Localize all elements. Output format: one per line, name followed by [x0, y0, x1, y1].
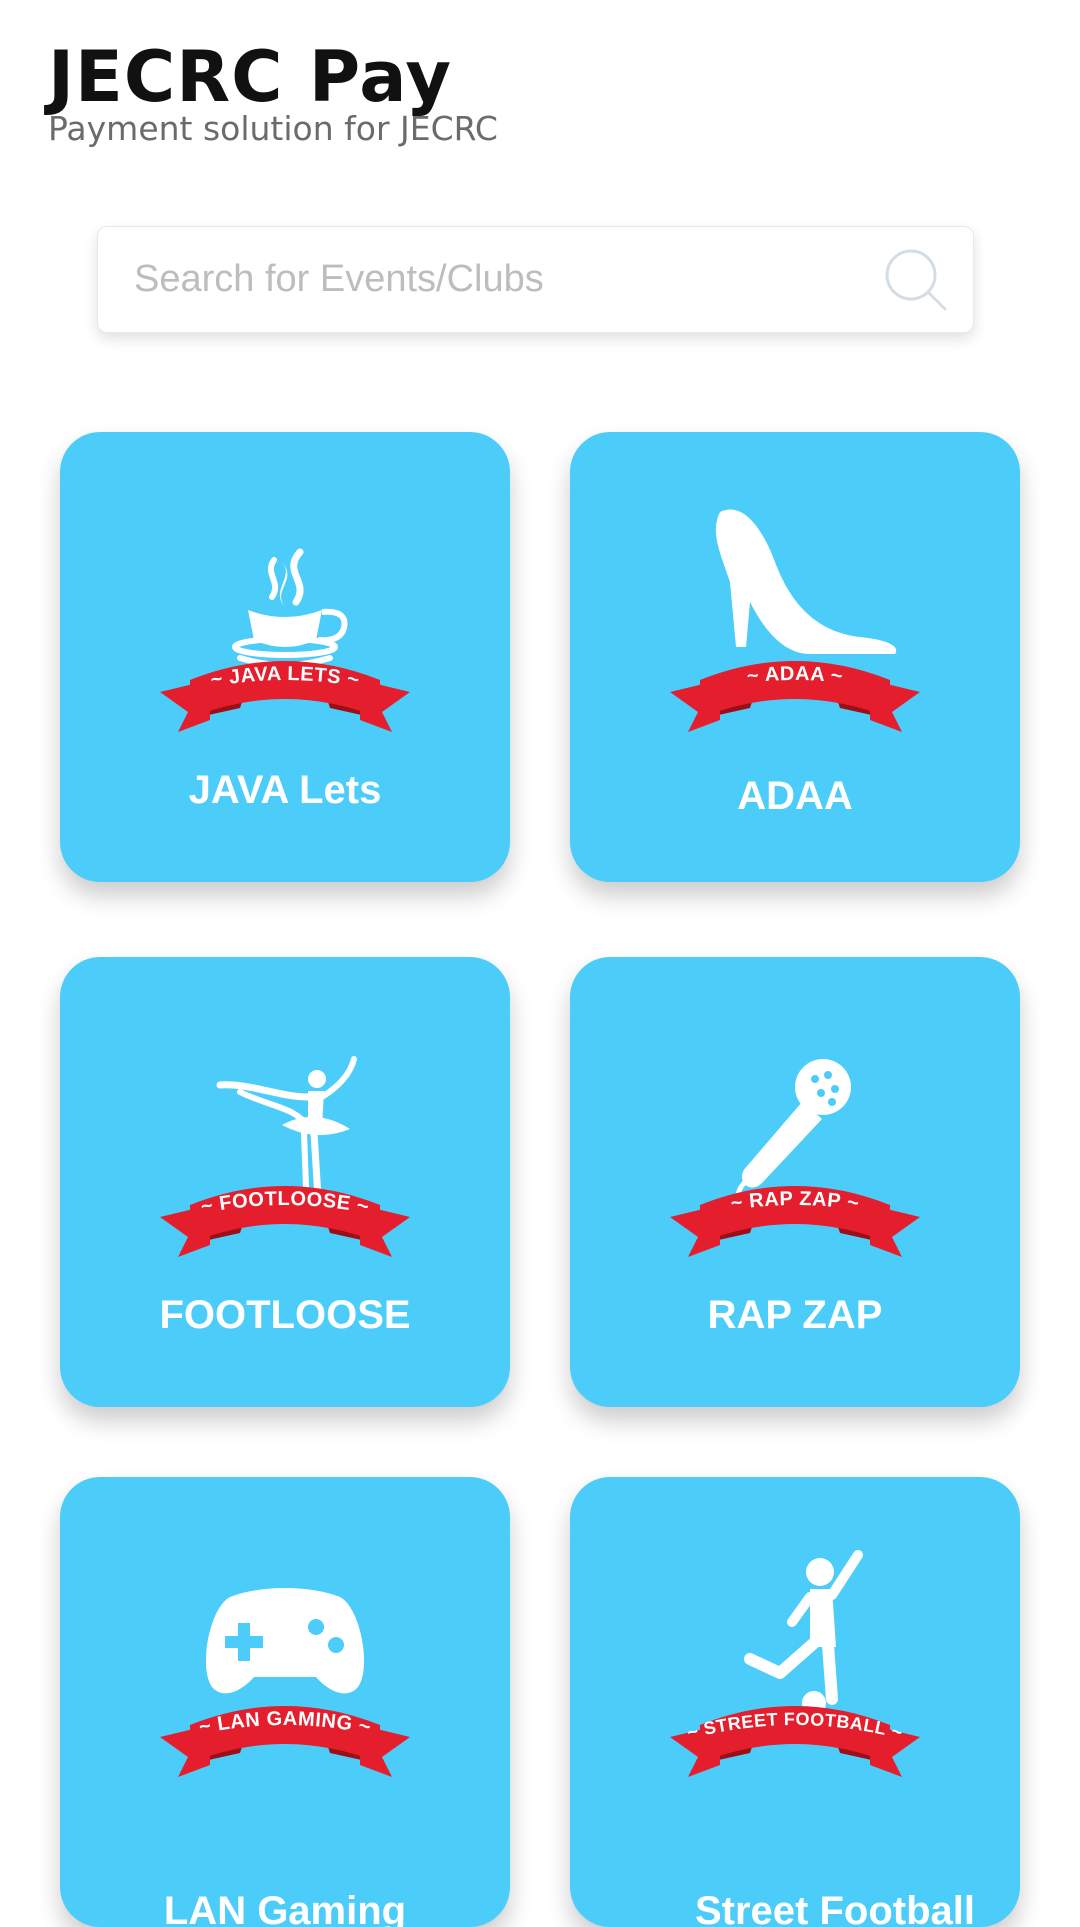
event-tile-rap-zap[interactable]: ~ RAP ZAP ~ RAP ZAP — [570, 957, 1020, 1407]
app-title: JECRC Pay — [48, 36, 453, 118]
microphone-icon: ~ RAP ZAP ~ — [670, 1059, 920, 1257]
app-subtitle: Payment solution for JECRC — [48, 109, 498, 148]
java-coffee-cup-icon: ~ JAVA LETS ~ — [160, 548, 410, 732]
event-tile-lan-gaming[interactable]: ~ LAN GAMING ~ LAN Gaming — [60, 1477, 510, 1927]
search-bar[interactable] — [97, 226, 974, 333]
event-name: ADAA — [737, 774, 853, 818]
event-name: JAVA Lets — [188, 768, 382, 812]
event-tile-footloose[interactable]: ~ FOOTLOOSE ~ FOOTLOOSE — [60, 957, 510, 1407]
gamepad-icon: ~ LAN GAMING ~ — [160, 1588, 410, 1777]
search-icon[interactable] — [883, 247, 949, 313]
search-input[interactable] — [132, 227, 832, 332]
ballerina-icon: ~ FOOTLOOSE ~ — [160, 1056, 410, 1257]
event-tile-street-football[interactable]: ~ STREET FOOTBALL ~ Street Football — [570, 1477, 1020, 1927]
event-name: LAN Gaming — [163, 1889, 407, 1927]
football-player-icon: ~ STREET FOOTBALL ~ — [670, 1550, 920, 1777]
event-name: Street Football — [694, 1889, 976, 1927]
event-tile-adaa[interactable]: ~ ADAA ~ ADAA — [570, 432, 1020, 882]
app-header: JECRC Pay Payment solution for JECRC — [48, 38, 498, 148]
event-name: FOOTLOOSE — [159, 1293, 411, 1337]
event-name: RAP ZAP — [707, 1293, 883, 1337]
event-tile-java-lets[interactable]: ~ JAVA LETS ~ JAVA Lets — [60, 432, 510, 882]
